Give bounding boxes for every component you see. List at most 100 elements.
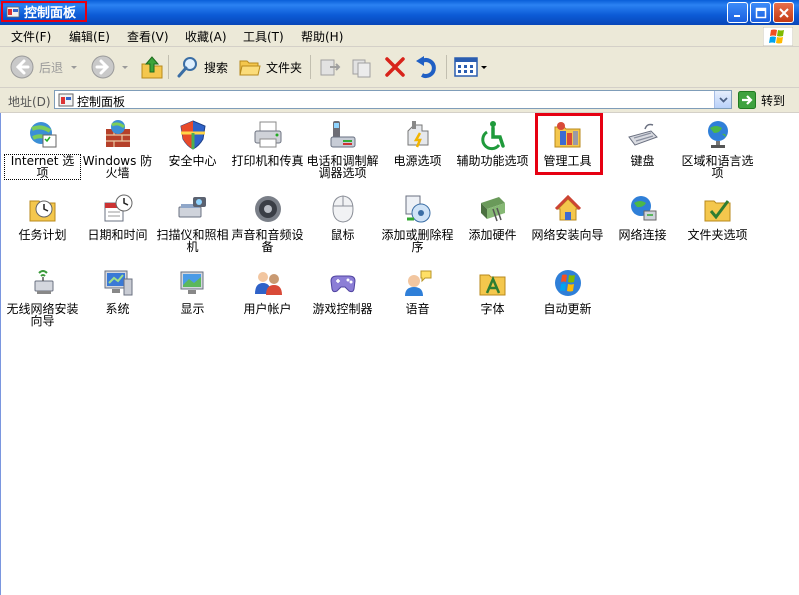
windows-logo-icon — [763, 27, 793, 46]
forward-button[interactable] — [90, 53, 130, 81]
fonts-icon — [479, 274, 505, 296]
move-to-button[interactable] — [318, 53, 342, 81]
address-bar: 地址(D) 控制面板 转到 — [0, 88, 799, 113]
item-label: 辅助功能选项 — [456, 154, 529, 168]
address-dropdown-button[interactable] — [714, 91, 731, 108]
undo-button[interactable] — [414, 53, 440, 81]
control-panel-item-add-hardware[interactable]: 添加硬件 — [455, 193, 530, 241]
control-panel-item-power-options[interactable]: 电源选项 — [380, 119, 455, 167]
menu-favorites[interactable]: 收藏(A) — [185, 28, 227, 45]
control-panel-item-add-remove-programs[interactable]: 添加或删除程序 — [380, 193, 455, 253]
mouse-icon — [331, 195, 354, 223]
control-panel-item-display[interactable]: 显示 — [155, 267, 230, 315]
sounds-audio-icon — [254, 196, 281, 222]
firewall-icon — [105, 120, 130, 147]
item-label: 自动更新 — [543, 302, 592, 316]
address-field[interactable]: 控制面板 — [54, 90, 732, 109]
views-button[interactable] — [454, 53, 488, 81]
forward-arrow-icon — [91, 55, 115, 79]
title-bar[interactable]: 控制面板 — [0, 0, 799, 25]
minimize-icon — [733, 14, 740, 17]
item-label: 键盘 — [630, 154, 655, 168]
control-panel-item-phone-modem[interactable]: 电话和调制解调器选项 — [305, 119, 380, 179]
control-panel-item-region-language[interactable]: 区域和语言选项 — [680, 119, 755, 179]
item-label: 区域和语言选项 — [681, 154, 754, 180]
menu-view[interactable]: 查看(V) — [127, 28, 169, 45]
search-label: 搜索 — [204, 60, 229, 75]
item-label: 添加硬件 — [468, 228, 517, 242]
control-panel-item-system[interactable]: 系统 — [80, 267, 155, 315]
item-label: 日期和时间 — [87, 228, 148, 242]
title-highlight: 控制面板 — [1, 1, 87, 22]
control-panel-item-sounds-audio[interactable]: 声音和音频设备 — [230, 193, 305, 253]
highlight-annotation-box — [535, 113, 603, 175]
close-button[interactable] — [773, 2, 794, 23]
maximize-button[interactable] — [750, 2, 771, 23]
control-panel-item-keyboard[interactable]: 键盘 — [605, 119, 680, 167]
control-panel-item-security-center[interactable]: 安全中心 — [155, 119, 230, 167]
control-panel-item-network-setup-wizard[interactable]: 网络安装向导 — [530, 193, 605, 241]
up-folder-button[interactable] — [140, 53, 164, 81]
delete-icon — [385, 57, 405, 77]
back-button[interactable]: 后退 — [9, 53, 79, 81]
control-panel-item-network-connections[interactable]: 网络连接 — [605, 193, 680, 241]
menu-edit[interactable]: 编辑(E) — [69, 28, 110, 45]
control-panel-item-automatic-updates[interactable]: 自动更新 — [530, 267, 605, 315]
date-time-icon — [104, 194, 132, 222]
minimize-button[interactable] — [727, 2, 748, 23]
toolbar: 后退 搜索 文件夹 — [0, 47, 799, 88]
views-icon — [454, 57, 478, 77]
control-panel-window: 控制面板 文件(F) 编辑(E) 查看(V) 收藏(A) 工具(T) 帮助(H) — [0, 0, 799, 595]
up-folder-icon — [141, 56, 163, 79]
folder-options-icon — [704, 200, 730, 222]
control-panel-item-folder-options[interactable]: 文件夹选项 — [680, 193, 755, 241]
item-label: 系统 — [105, 302, 130, 316]
scheduled-tasks-icon — [29, 200, 55, 222]
item-label: 用户帐户 — [243, 302, 292, 316]
back-arrow-icon — [10, 55, 34, 79]
control-panel-icon — [6, 6, 20, 17]
copy-to-button[interactable] — [350, 53, 374, 81]
control-panel-item-firewall[interactable]: Windows 防火墙 — [80, 119, 155, 179]
menu-help[interactable]: 帮助(H) — [301, 28, 343, 45]
control-panel-item-accessibility[interactable]: 辅助功能选项 — [455, 119, 530, 167]
window-title: 控制面板 — [24, 6, 77, 21]
back-label: 后退 — [39, 60, 64, 75]
go-button[interactable]: 转到 — [738, 91, 785, 109]
control-panel-item-internet-options[interactable]: Internet 选项 — [4, 119, 81, 180]
search-button[interactable]: 搜索 — [176, 53, 228, 81]
item-label: 鼠标 — [330, 228, 355, 242]
control-panel-item-user-accounts[interactable]: 用户帐户 — [230, 267, 305, 315]
add-hardware-icon — [480, 197, 505, 222]
control-panel-item-speech[interactable]: 语音 — [380, 267, 455, 315]
delete-button[interactable] — [383, 53, 407, 81]
wireless-setup-icon — [34, 270, 53, 294]
accessibility-icon — [480, 121, 505, 151]
phone-modem-icon — [330, 121, 355, 148]
menu-file[interactable]: 文件(F) — [11, 28, 51, 45]
control-panel-item-fonts[interactable]: 字体 — [455, 267, 530, 315]
control-panel-item-printers-faxes[interactable]: 打印机和传真 — [230, 119, 305, 167]
forward-dropdown-icon — [122, 66, 128, 69]
control-panel-item-date-time[interactable]: 日期和时间 — [80, 193, 155, 241]
system-icon — [104, 270, 132, 296]
search-icon — [177, 57, 197, 78]
security-center-icon — [179, 120, 206, 150]
menu-bar: 文件(F) 编辑(E) 查看(V) 收藏(A) 工具(T) 帮助(H) — [0, 25, 799, 47]
folders-button[interactable]: 文件夹 — [238, 53, 302, 81]
control-panel-item-mouse[interactable]: 鼠标 — [305, 193, 380, 241]
item-label: 网络连接 — [618, 228, 667, 242]
control-panel-item-scheduled-tasks[interactable]: 任务计划 — [5, 193, 80, 241]
item-label: 声音和音频设备 — [231, 228, 304, 254]
control-panel-item-scanners-cameras[interactable]: 扫描仪和照相机 — [155, 193, 230, 253]
close-icon — [778, 7, 789, 18]
item-label: 游戏控制器 — [312, 302, 373, 316]
item-label: 字体 — [480, 302, 505, 316]
user-accounts-icon — [254, 272, 282, 295]
item-label: 电话和调制解调器选项 — [306, 154, 379, 180]
item-label: 任务计划 — [18, 228, 67, 242]
control-panel-item-wireless-setup[interactable]: 无线网络安装向导 — [5, 267, 80, 327]
menu-tools[interactable]: 工具(T) — [243, 28, 284, 45]
game-controllers-icon — [329, 275, 356, 293]
control-panel-item-game-controllers[interactable]: 游戏控制器 — [305, 267, 380, 315]
